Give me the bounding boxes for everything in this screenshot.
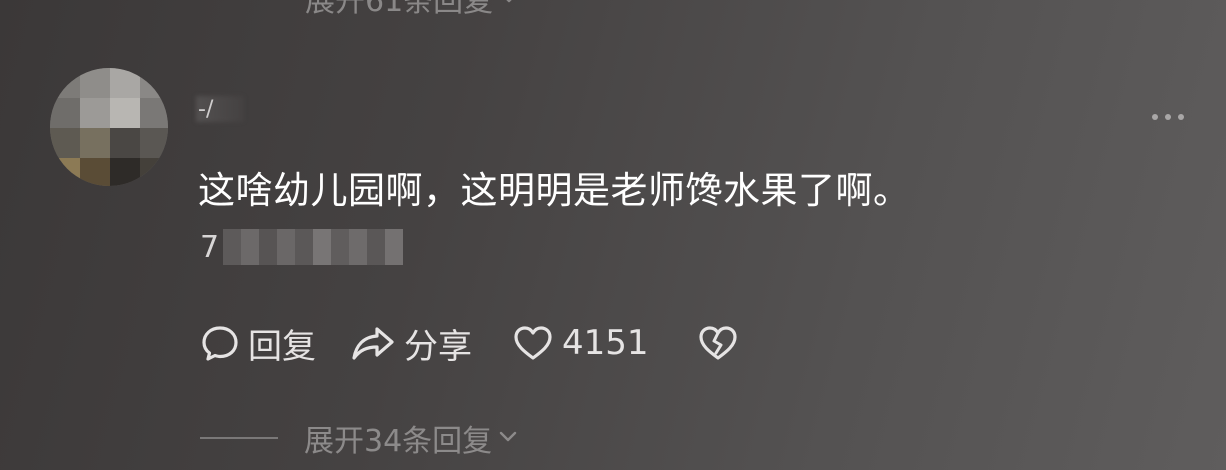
share-button[interactable]: 分享 — [350, 319, 472, 368]
reply-label: 回复 — [248, 326, 316, 367]
heart-icon — [512, 323, 554, 363]
like-button[interactable]: 4151 — [512, 323, 649, 363]
reply-button[interactable]: 回复 — [200, 319, 316, 368]
expand-replies-top-label: 展开61条回复 — [305, 0, 494, 19]
divider-line — [200, 437, 278, 439]
share-arrow-icon — [350, 323, 396, 363]
comment-text: 这啥幼儿园啊，这明明是老师馋水果了啊。 — [198, 169, 911, 212]
speech-bubble-icon — [200, 323, 240, 363]
comment-meta-mosaic — [223, 229, 404, 265]
broken-heart-icon — [697, 323, 739, 363]
ellipsis-icon — [1152, 114, 1158, 120]
expand-replies-top[interactable]: 展开61条回复 — [305, 0, 519, 19]
username-text: -/ — [198, 96, 214, 122]
comment-meta: 7 — [200, 227, 404, 267]
chevron-down-icon — [498, 429, 518, 448]
share-label: 分享 — [404, 326, 472, 367]
chevron-down-icon — [499, 0, 519, 10]
dislike-button[interactable] — [697, 323, 739, 363]
comment-date-prefix: 7 — [200, 229, 220, 265]
like-count: 4151 — [562, 323, 649, 363]
comment-actions: 回复 分享 4151 — [200, 319, 739, 368]
expand-replies-bottom[interactable]: 展开34条回复 — [200, 416, 518, 460]
more-options-button[interactable] — [1146, 108, 1190, 126]
avatar[interactable] — [50, 68, 168, 186]
username[interactable]: -/ — [196, 96, 244, 122]
expand-replies-label[interactable]: 展开34条回复 — [304, 416, 492, 460]
